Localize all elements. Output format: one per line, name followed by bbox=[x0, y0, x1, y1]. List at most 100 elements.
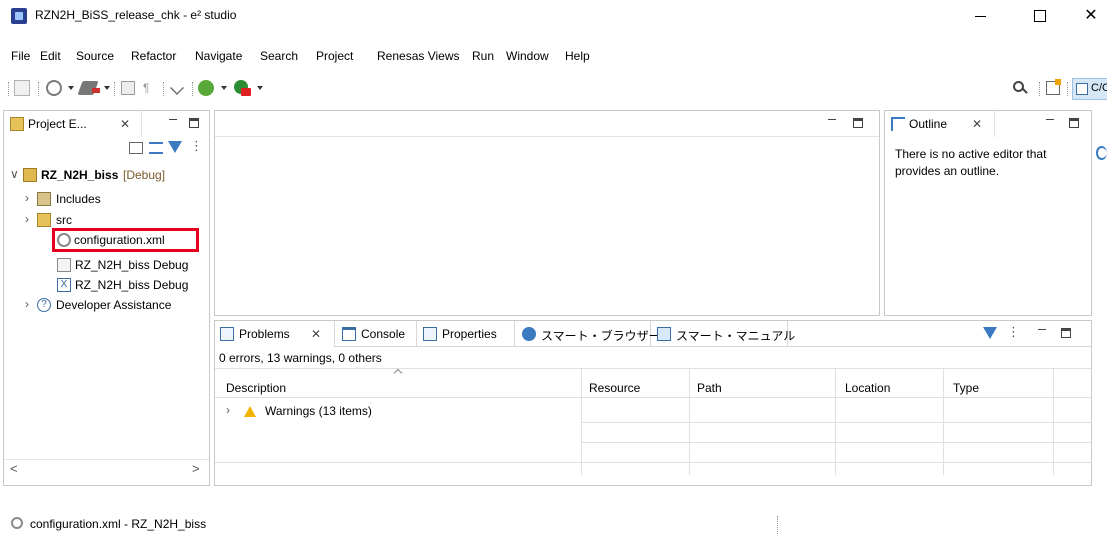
filter-icon[interactable] bbox=[168, 141, 182, 153]
xml-file-icon: X bbox=[57, 278, 71, 292]
maximize-view-icon[interactable] bbox=[853, 118, 863, 128]
chevron-down-icon[interactable]: ∨ bbox=[10, 167, 19, 181]
column-header-location[interactable]: Location bbox=[845, 381, 890, 395]
menu-navigate[interactable]: Navigate bbox=[195, 49, 242, 63]
project-folder-icon bbox=[23, 168, 37, 182]
toolbar-separator bbox=[38, 82, 39, 96]
side-view-icon[interactable] bbox=[1096, 146, 1107, 160]
chevron-right-icon[interactable]: › bbox=[226, 403, 230, 417]
tab-console-label: Console bbox=[361, 327, 406, 341]
tab-console[interactable]: Console bbox=[337, 321, 417, 347]
toolbar-separator bbox=[1039, 82, 1040, 96]
filter-icon[interactable] bbox=[983, 327, 997, 339]
project-explorer-header: Project E... ✕ bbox=[4, 111, 209, 137]
smart-browser-icon bbox=[522, 327, 536, 341]
close-icon[interactable]: ✕ bbox=[311, 327, 321, 341]
toolbar-separator bbox=[1067, 82, 1068, 96]
column-header-type[interactable]: Type bbox=[953, 381, 979, 395]
menu-source[interactable]: Source bbox=[76, 49, 114, 63]
debug-bug-icon[interactable] bbox=[198, 80, 214, 96]
tree-item-configuration-xml[interactable]: configuration.xml bbox=[52, 228, 199, 252]
collapse-all-icon[interactable] bbox=[129, 142, 143, 154]
outline-header: Outline ✕ bbox=[885, 111, 1091, 137]
maximize-view-icon[interactable] bbox=[189, 118, 199, 128]
row-divider bbox=[215, 462, 1091, 463]
horizontal-scrollbar[interactable]: < > bbox=[4, 459, 209, 477]
maximize-view-icon[interactable] bbox=[1061, 328, 1071, 338]
maximize-view-icon[interactable] bbox=[1069, 118, 1079, 128]
menu-bar: File Edit Source Refactor Navigate Searc… bbox=[0, 46, 1107, 66]
tab-problems[interactable]: Problems ✕ bbox=[215, 321, 335, 347]
menu-renesas-views[interactable]: Renesas Views bbox=[377, 49, 460, 63]
tab-smart-manual[interactable]: スマート・マニュアル bbox=[652, 321, 795, 347]
outline-icon bbox=[891, 117, 905, 131]
help-icon: ? bbox=[37, 298, 51, 312]
chevron-right-icon[interactable]: › bbox=[25, 212, 29, 226]
tree-item-developer-assistance[interactable]: › ? Developer Assistance bbox=[4, 295, 209, 315]
tab-outline[interactable]: Outline ✕ bbox=[885, 111, 995, 137]
close-icon[interactable]: ✕ bbox=[120, 117, 130, 131]
bottom-panel-header: Problems ✕ Console Properties スマート・ブラウザー… bbox=[215, 321, 1091, 347]
column-header-resource[interactable]: Resource bbox=[589, 381, 640, 395]
chevron-down-icon[interactable] bbox=[104, 86, 110, 90]
menu-file[interactable]: File bbox=[11, 49, 30, 63]
tree-item-src[interactable]: › src bbox=[4, 210, 209, 230]
tree-item-jlink-file[interactable]: X RZ_N2H_biss Debug bbox=[4, 275, 209, 295]
gear-icon bbox=[11, 517, 23, 529]
save-icon[interactable] bbox=[14, 80, 30, 96]
tree-item-includes[interactable]: › Includes bbox=[4, 189, 209, 209]
table-row[interactable]: › Warnings (13 items) bbox=[215, 401, 581, 421]
perspective-label: C/C++ bbox=[1091, 82, 1107, 94]
minimize-button[interactable] bbox=[958, 0, 1004, 32]
view-menu-icon[interactable]: ⋮ bbox=[1007, 324, 1020, 340]
minimize-view-icon[interactable] bbox=[168, 118, 178, 128]
tab-properties[interactable]: Properties bbox=[418, 321, 515, 347]
chevron-down-icon[interactable] bbox=[257, 86, 263, 90]
maximize-button[interactable] bbox=[1016, 0, 1062, 32]
minimize-view-icon[interactable] bbox=[1037, 328, 1047, 338]
console-icon bbox=[342, 327, 356, 341]
chevron-down-icon[interactable] bbox=[68, 86, 74, 90]
includes-icon bbox=[37, 192, 51, 206]
tree-item-label: RZ_N2H_biss bbox=[41, 168, 119, 182]
tree-item-label: Includes bbox=[56, 192, 101, 206]
menu-help[interactable]: Help bbox=[565, 49, 590, 63]
scroll-left-icon[interactable]: < bbox=[10, 461, 18, 476]
sort-indicator-icon[interactable] bbox=[393, 368, 403, 378]
view-menu-icon[interactable]: ⋮ bbox=[190, 138, 203, 154]
tab-project-explorer[interactable]: Project E... ✕ bbox=[4, 111, 142, 137]
menu-search[interactable]: Search bbox=[260, 49, 298, 63]
outline-view: Outline ✕ There is no active editor that… bbox=[884, 110, 1092, 316]
toggle-mark-occurrences-icon[interactable] bbox=[121, 81, 135, 95]
chevron-right-icon[interactable]: › bbox=[25, 191, 29, 205]
column-header-description[interactable]: Description bbox=[226, 381, 286, 395]
show-whitespace-icon[interactable]: ¶ bbox=[143, 81, 153, 95]
tree-item-label: src bbox=[56, 213, 72, 227]
tree-item-launch-file[interactable]: RZ_N2H_biss Debug bbox=[4, 255, 209, 275]
editor-area bbox=[214, 110, 880, 316]
chevron-down-icon[interactable] bbox=[221, 86, 227, 90]
menu-edit[interactable]: Edit bbox=[40, 49, 61, 63]
menu-window[interactable]: Window bbox=[506, 49, 549, 63]
tab-smart-manual-label: スマート・マニュアル bbox=[676, 329, 796, 343]
perspective-c-cpp-button[interactable]: C/C++ bbox=[1072, 78, 1107, 100]
menu-refactor[interactable]: Refactor bbox=[131, 49, 176, 63]
minimize-view-icon[interactable] bbox=[1045, 118, 1055, 128]
menu-project[interactable]: Project bbox=[316, 49, 353, 63]
tab-smart-browser[interactable]: スマート・ブラウザー bbox=[517, 321, 661, 347]
toolbar-separator bbox=[192, 82, 193, 96]
close-icon[interactable]: ✕ bbox=[972, 117, 982, 131]
tree-item-project[interactable]: ∨ RZ_N2H_biss [Debug] bbox=[4, 165, 209, 185]
scroll-right-icon[interactable]: > bbox=[192, 461, 200, 476]
skip-breakpoints-icon[interactable] bbox=[170, 81, 184, 95]
menu-run[interactable]: Run bbox=[472, 49, 494, 63]
minimize-view-icon[interactable] bbox=[827, 118, 837, 128]
manage-configurations-icon[interactable] bbox=[46, 80, 62, 96]
close-window-button[interactable]: ✕ bbox=[1068, 0, 1107, 32]
chevron-right-icon[interactable]: › bbox=[25, 297, 29, 311]
tree-item-label: configuration.xml bbox=[74, 233, 165, 247]
link-with-editor-icon[interactable] bbox=[149, 142, 163, 154]
row-divider bbox=[581, 422, 1091, 423]
problems-summary: 0 errors, 13 warnings, 0 others bbox=[219, 351, 382, 365]
column-header-path[interactable]: Path bbox=[697, 381, 722, 395]
